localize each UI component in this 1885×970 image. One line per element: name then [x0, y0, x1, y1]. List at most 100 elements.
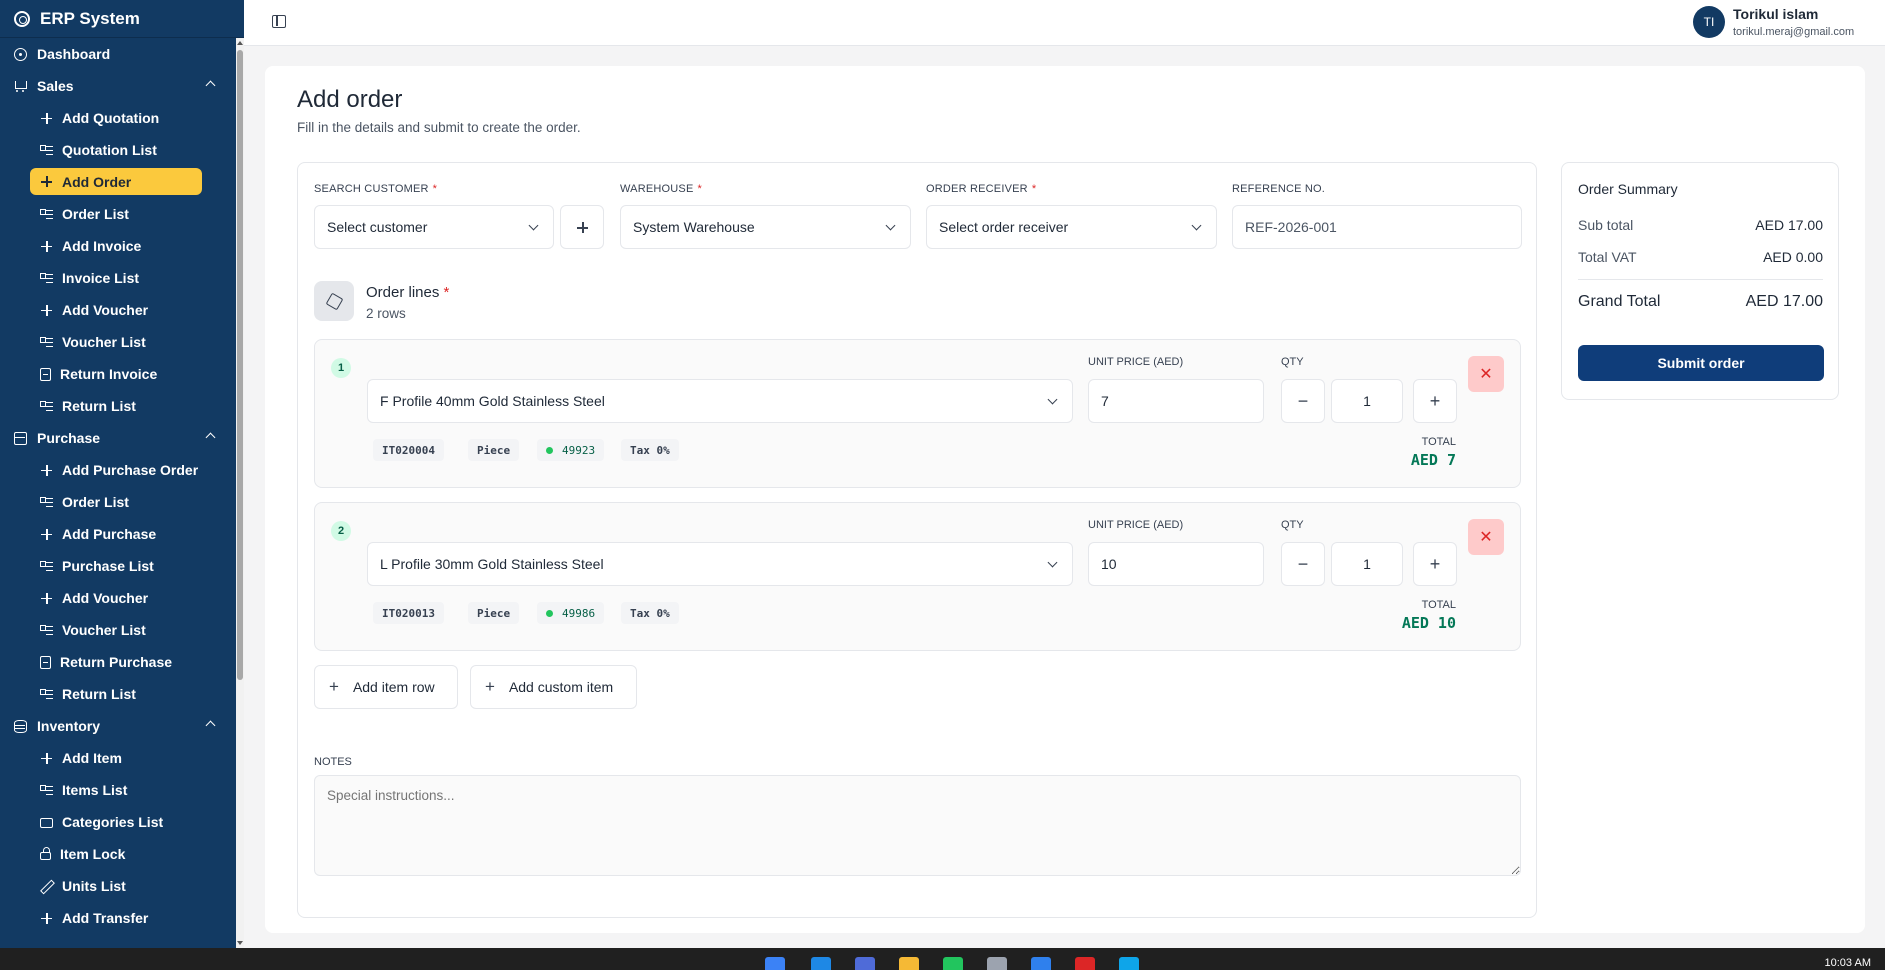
plus-icon: [40, 240, 53, 253]
scrollbar-thumb[interactable]: [237, 50, 243, 680]
order-lines-icon-wrap: [314, 281, 354, 321]
list-icon: [40, 784, 53, 797]
sidebar-item-label: Return List: [62, 686, 136, 702]
unit-price-value: 7: [1101, 393, 1109, 409]
sidebar-toggle-icon[interactable]: [272, 15, 286, 28]
customer-select[interactable]: Select customer: [314, 205, 554, 249]
qty-decrement-button[interactable]: −: [1281, 542, 1325, 586]
sidebar-item-add-invoice[interactable]: Add Invoice: [0, 230, 236, 262]
sidebar-item-add-purchase[interactable]: Add Purchase: [0, 518, 236, 550]
unit-price-input[interactable]: 10: [1088, 542, 1264, 586]
app-title: ERP System: [40, 8, 140, 28]
windows-start-icon[interactable]: [765, 957, 785, 970]
subtotal-row: Sub total AED 17.00: [1578, 217, 1823, 233]
remove-line-button[interactable]: ✕: [1468, 356, 1504, 392]
plus-icon: [576, 221, 589, 234]
vscode-icon[interactable]: [1031, 957, 1051, 970]
sidebar-section-sales[interactable]: Sales: [0, 70, 236, 102]
calendar-icon[interactable]: [855, 957, 875, 970]
sidebar-item-label: Add Invoice: [62, 238, 142, 254]
add-custom-item-button[interactable]: + Add custom item: [470, 665, 637, 709]
avatar[interactable]: TI: [1693, 6, 1725, 38]
reference-input-value: REF-2026-001: [1245, 219, 1337, 235]
notes-textarea[interactable]: [314, 775, 1521, 876]
sidebar-item-add-purchase-order[interactable]: Add Purchase Order: [0, 454, 236, 486]
app-icon[interactable]: [1075, 957, 1095, 970]
sidebar-item-label: Item Lock: [60, 846, 126, 862]
sidebar-item-categories-list[interactable]: Categories List: [0, 806, 236, 838]
brand[interactable]: ERP System: [0, 0, 244, 38]
sidebar-item-invoice-list[interactable]: Invoice List: [0, 262, 236, 294]
unit-price-input[interactable]: 7: [1088, 379, 1264, 423]
product-select[interactable]: L Profile 30mm Gold Stainless Steel: [367, 542, 1073, 586]
sidebar-item-purchase-return-list[interactable]: Return List: [0, 678, 236, 710]
browser-icon[interactable]: [1119, 957, 1139, 970]
sidebar-item-order-list[interactable]: Order List: [0, 198, 236, 230]
warehouse-select[interactable]: System Warehouse: [620, 205, 911, 249]
sidebar-item-add-voucher[interactable]: Add Voucher: [0, 294, 236, 326]
package-icon: [14, 431, 27, 445]
sidebar-item-add-quotation[interactable]: Add Quotation: [0, 102, 236, 134]
sidebar-item-label: Order List: [62, 206, 129, 222]
vat-row: Total VAT AED 0.00: [1578, 249, 1823, 265]
edge-icon[interactable]: [811, 957, 831, 970]
sidebar-item-voucher-list[interactable]: Voucher List: [0, 326, 236, 358]
sidebar-section-purchase[interactable]: Purchase: [0, 422, 236, 454]
notes-label: NOTES: [314, 756, 352, 768]
remove-line-button[interactable]: ✕: [1468, 519, 1504, 555]
receiver-label: ORDER RECEIVER *: [926, 183, 1037, 195]
line-number-badge: 1: [331, 358, 351, 378]
customer-select-value: Select customer: [327, 219, 428, 235]
sidebar-item-items-list[interactable]: Items List: [0, 774, 236, 806]
sidebar-item-purchase-list[interactable]: Purchase List: [0, 550, 236, 582]
qty-input[interactable]: 1: [1331, 542, 1403, 586]
sidebar-item-item-lock[interactable]: Item Lock: [0, 838, 236, 870]
submit-order-button[interactable]: Submit order: [1578, 345, 1824, 381]
sidebar-item-purchase-add-voucher[interactable]: Add Voucher: [0, 582, 236, 614]
product-select[interactable]: F Profile 40mm Gold Stainless Steel: [367, 379, 1073, 423]
document-icon: [40, 655, 51, 669]
scroll-down-arrow-icon[interactable]: [237, 941, 243, 945]
qty-increment-button[interactable]: +: [1413, 542, 1457, 586]
sidebar-item-dashboard[interactable]: Dashboard: [0, 38, 236, 70]
chevron-down-icon: [885, 220, 896, 231]
plus-icon: [40, 912, 53, 925]
sidebar-item-label: Units List: [62, 878, 126, 894]
sidebar-item-purchase-order-list[interactable]: Order List: [0, 486, 236, 518]
add-item-row-button[interactable]: + Add item row: [314, 665, 458, 709]
sidebar-scrollbar[interactable]: [236, 38, 244, 948]
order-receiver-select[interactable]: Select order receiver: [926, 205, 1217, 249]
plus-icon: [40, 112, 53, 125]
sidebar-section-inventory[interactable]: Inventory: [0, 710, 236, 742]
scroll-up-arrow-icon[interactable]: [237, 41, 243, 45]
product-select-value: F Profile 40mm Gold Stainless Steel: [380, 393, 605, 409]
qty-decrement-button[interactable]: −: [1281, 379, 1325, 423]
sidebar-item-return-invoice[interactable]: Return Invoice: [0, 358, 236, 390]
sidebar-item-purchase-voucher-list[interactable]: Voucher List: [0, 614, 236, 646]
reference-input[interactable]: REF-2026-001: [1232, 205, 1522, 249]
qty-value: 1: [1363, 556, 1371, 572]
warehouse-select-value: System Warehouse: [633, 219, 755, 235]
sidebar-item-label: Return Purchase: [60, 654, 173, 670]
qty-input[interactable]: 1: [1331, 379, 1403, 423]
sidebar-item-return-list[interactable]: Return List: [0, 390, 236, 422]
sidebar-item-return-purchase[interactable]: Return Purchase: [0, 646, 236, 678]
chevron-up-icon: [205, 80, 216, 91]
sidebar-item-add-order[interactable]: Add Order: [30, 168, 202, 195]
add-customer-button[interactable]: [560, 205, 604, 249]
folder-icon: [40, 818, 53, 828]
folder-icon[interactable]: [899, 957, 919, 970]
sidebar-item-add-transfer[interactable]: Add Transfer: [0, 902, 236, 934]
sidebar-item-label: Add Transfer: [62, 910, 149, 926]
chat-icon[interactable]: [943, 957, 963, 970]
github-icon[interactable]: [987, 957, 1007, 970]
sidebar-item-add-item[interactable]: Add Item: [0, 742, 236, 774]
sidebar-item-units-list[interactable]: Units List: [0, 870, 236, 902]
grand-total-row: Grand Total AED 17.00: [1578, 293, 1823, 311]
cart-icon: [14, 80, 27, 93]
qty-increment-button[interactable]: +: [1413, 379, 1457, 423]
sidebar-item-quotation-list[interactable]: Quotation List: [0, 134, 236, 166]
pencil-icon: [40, 880, 53, 893]
sidebar-item-label: Add Quotation: [62, 110, 160, 126]
sidebar-item-label: Add Voucher: [62, 302, 149, 318]
